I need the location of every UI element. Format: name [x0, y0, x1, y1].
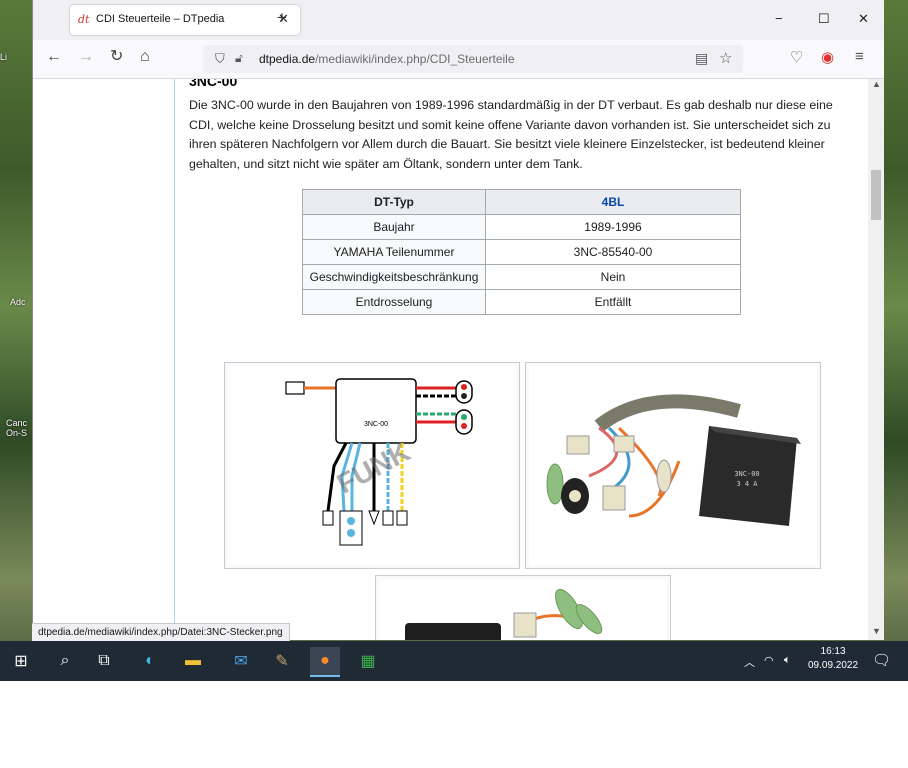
tab-title: CDI Steuerteile – DTpedia	[96, 13, 225, 25]
cdi-plug-photo-image[interactable]	[379, 579, 667, 640]
article-paragraph: Die 3NC-00 wurde in den Baujahren von 19…	[189, 98, 833, 171]
sidebar-divider	[174, 79, 175, 640]
show-hidden-icons-icon[interactable]: ︿	[744, 654, 755, 670]
scroll-up-icon[interactable]: ▲	[872, 79, 881, 89]
table-cell-label: Geschwindigkeitsbeschränkung	[302, 264, 486, 290]
table-cell-value: 3NC-85540-00	[485, 239, 741, 265]
clock-date: 09.09.2022	[808, 660, 859, 671]
desktop-icon-label[interactable]: Canc On-S	[6, 418, 27, 438]
spreadsheet-app-icon[interactable]: ▦	[353, 647, 383, 675]
wiring-diagram-thumbnail[interactable]: 3NC-00 FUNK	[224, 362, 520, 569]
table-cell-value: Nein	[485, 264, 741, 290]
url-path: /mediawiki/index.php/CDI_Steuerteile	[315, 52, 515, 66]
extension-icon[interactable]: ◉	[821, 48, 834, 66]
maximize-icon[interactable]: ☐	[818, 11, 830, 27]
scrollbar-thumb[interactable]	[871, 170, 881, 220]
plug-photo-svg	[405, 588, 603, 640]
section-heading: 3NC-00	[189, 79, 238, 89]
wiring-diagram-image[interactable]: 3NC-00 FUNK	[228, 366, 516, 565]
notifications-icon[interactable]: 🗨︎	[872, 651, 891, 669]
table-row: Entdrosselung Entfällt	[302, 289, 741, 315]
close-window-icon[interactable]: ✕	[858, 11, 869, 27]
site-favicon-icon: dt	[78, 13, 90, 26]
network-icon[interactable]: ◠	[764, 654, 774, 667]
windows-taskbar: ⊞ ⌕ ⧉ ◐ ▬ ✉ ✎ ● ▦ ︿ ◠ 🔈︎ 16:13 09.09.202…	[0, 641, 908, 681]
cdi-photo-svg: 3NC-00 3 4 A	[546, 394, 801, 526]
table-row: Baujahr 1989-1996	[302, 214, 741, 240]
scroll-down-icon[interactable]: ▼	[872, 626, 881, 636]
url-domain: dtpedia.de	[259, 52, 316, 66]
pocket-icon[interactable]: ♡	[790, 48, 803, 66]
reader-view-icon[interactable]: ▤	[695, 50, 708, 67]
task-view-icon[interactable]: ⧉	[89, 647, 119, 675]
start-windows-icon[interactable]: ⊞	[6, 647, 36, 675]
back-icon[interactable]: ←	[46, 49, 62, 65]
address-bar[interactable]: ⛉ 🔓︎ dtpedia.de/mediawiki/index.php/CDI_…	[203, 45, 743, 73]
cdi-photo-thumbnail[interactable]: 3NC-00 3 4 A	[525, 362, 821, 569]
system-clock[interactable]: 16:13 09.09.2022	[808, 645, 858, 673]
part-label-line1: 3NC-00	[734, 470, 759, 478]
table-cell-label: YAMAHA Teilenummer	[302, 239, 486, 265]
table-header-label: DT-Typ	[302, 189, 486, 215]
tracking-shield-icon[interactable]: ⛉	[215, 51, 225, 67]
firefox-icon[interactable]: ●	[310, 647, 340, 677]
paint-icon[interactable]: ✎	[267, 647, 297, 675]
edge-browser-icon[interactable]: ◐	[135, 647, 165, 675]
new-tab-icon[interactable]: +	[277, 9, 287, 26]
clock-time: 16:13	[820, 646, 846, 657]
url-text[interactable]: dtpedia.de/mediawiki/index.php/CDI_Steue…	[259, 52, 515, 66]
home-icon[interactable]: ⌂	[140, 49, 150, 65]
diagram-box-label: 3NC-00	[364, 421, 388, 428]
desktop-icon-label[interactable]: Adc	[10, 297, 26, 307]
reload-icon[interactable]: ↻	[110, 49, 123, 65]
table-row: YAMAHA Teilenummer 3NC-85540-00	[302, 239, 741, 265]
cdi-photo-image[interactable]: 3NC-00 3 4 A	[529, 366, 817, 565]
volume-icon[interactable]: 🔈︎	[784, 654, 791, 667]
table-cell-label: Entdrosselung	[302, 289, 486, 315]
tab-cdi-steuerteile[interactable]: dt CDI Steuerteile – DTpedia ✕	[70, 5, 300, 35]
minimize-icon[interactable]: −	[775, 11, 783, 26]
cdi-info-table: DT-Typ 4BL Baujahr 1989-1996 YAMAHA Teil…	[302, 189, 741, 315]
mail-icon[interactable]: ✉	[226, 647, 256, 675]
table-cell-value: 1989-1996	[485, 214, 741, 240]
navigation-toolbar: ← → ↻ ⌂ ⛉ 🔓︎ dtpedia.de/mediawiki/index.…	[33, 40, 884, 79]
menu-hamburger-icon[interactable]: ≡	[855, 48, 864, 65]
table-header-row: DT-Typ 4BL	[302, 189, 741, 215]
tab-bar: dt CDI Steuerteile – DTpedia ✕ + − ☐ ✕	[33, 0, 884, 40]
table-cell-value: Entfällt	[485, 289, 741, 315]
forward-icon[interactable]: →	[78, 49, 94, 65]
vertical-scrollbar[interactable]: ▲ ▼	[868, 79, 884, 640]
part-label-line2: 3 4 A	[736, 480, 758, 488]
search-icon[interactable]: ⌕	[50, 647, 80, 675]
browser-window: dt CDI Steuerteile – DTpedia ✕ + − ☐ ✕ ←…	[32, 0, 884, 640]
page-content: 3NC-00 Die 3NC-00 wurde in den Baujahren…	[33, 79, 868, 640]
file-explorer-icon[interactable]: ▬	[178, 647, 208, 675]
bookmark-star-icon[interactable]: ☆	[719, 49, 732, 67]
table-cell-label: Baujahr	[302, 214, 486, 240]
link-status-bar: dtpedia.de/mediawiki/index.php/Datei:3NC…	[32, 623, 290, 642]
table-header-link[interactable]: 4BL	[485, 189, 741, 215]
desktop-icon-label[interactable]: Li	[0, 52, 7, 62]
wiring-diagram-svg: 3NC-00 FUNK	[285, 378, 473, 546]
insecure-lock-icon[interactable]: 🔓︎	[235, 51, 243, 66]
cdi-plug-photo-thumbnail[interactable]	[375, 575, 671, 640]
table-row: Geschwindigkeitsbeschränkung Nein	[302, 264, 741, 290]
